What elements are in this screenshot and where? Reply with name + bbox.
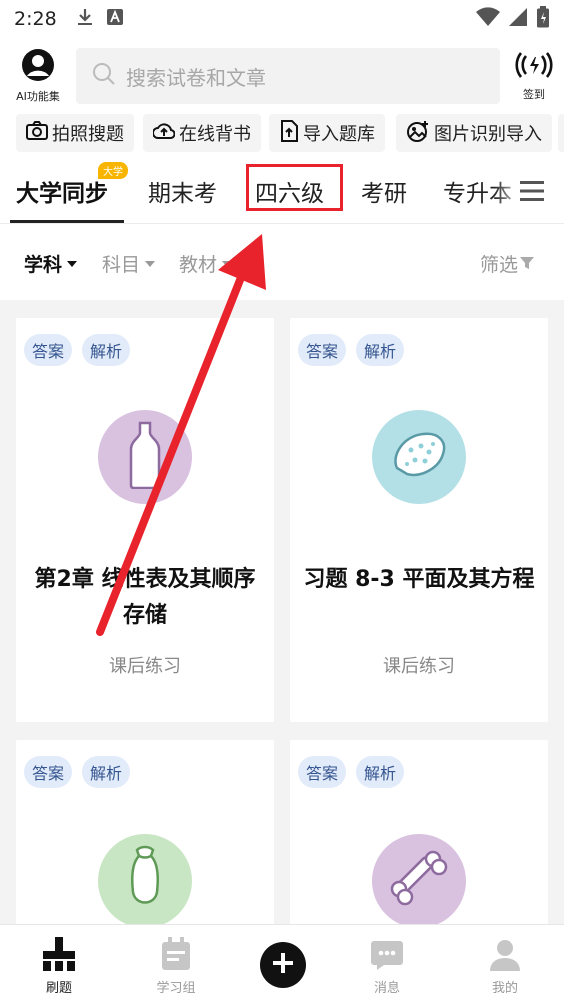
battery-icon	[536, 6, 550, 32]
image-recognize-button[interactable]: 图片识别导入	[396, 114, 552, 152]
exercise-card[interactable]: 答案 解析 第2章 线性表及其顺序存储 课后练习	[16, 318, 274, 722]
analysis-tag: 解析	[356, 334, 405, 366]
ai-features-button[interactable]: AI功能集	[8, 48, 68, 104]
status-time: 2:28	[14, 8, 57, 30]
category-tabs: 大学同步 大学 期末考 四六级 考研 专升本	[0, 158, 564, 224]
card-image-circle	[98, 834, 192, 928]
bone-icon	[389, 849, 449, 913]
cloud-upload-icon	[152, 121, 179, 146]
exercise-card[interactable]: 答案 解析 习题 8-3 平面及其方程 课后练习	[290, 318, 548, 722]
download-icon	[77, 8, 93, 30]
wifi-icon	[476, 7, 500, 31]
brush-icon	[41, 937, 77, 975]
chat-icon	[370, 939, 404, 975]
nav-messages[interactable]: 消息	[342, 925, 432, 1002]
textbook-filter-label: 教材	[179, 254, 218, 276]
import-bank-button[interactable]: 导入题库	[269, 114, 385, 152]
caret-down-icon	[222, 260, 233, 267]
course-filter-label: 科目	[102, 254, 141, 276]
screen-filter-button[interactable]: 筛选	[480, 250, 535, 277]
card-image-circle	[372, 834, 466, 928]
tab-final-exam[interactable]: 期末考	[148, 174, 217, 208]
online-recite-label: 在线背书	[179, 124, 251, 145]
card-title: 第2章 线性表及其顺序存储	[34, 567, 256, 628]
camera-icon	[26, 120, 52, 146]
card-title: 习题 8-3 平面及其方程	[303, 567, 535, 592]
tab-postgrad[interactable]: 考研	[361, 174, 407, 208]
person-icon	[489, 939, 521, 975]
eggplant-icon	[127, 844, 163, 918]
tab-university-sync[interactable]: 大学同步	[16, 174, 108, 208]
file-import-icon	[279, 119, 303, 147]
textbook-filter[interactable]: 教材	[179, 250, 233, 277]
answer-tag: 答案	[298, 334, 347, 366]
font-a-icon	[106, 9, 123, 29]
exercise-card[interactable]: 答案 解析	[290, 740, 548, 940]
analysis-tag: 解析	[82, 756, 131, 788]
photo-search-button[interactable]: 拍照搜题	[16, 114, 134, 152]
exercise-card[interactable]: 答案 解析	[16, 740, 274, 940]
search-icon	[92, 62, 116, 90]
answer-tag: 答案	[24, 756, 73, 788]
add-button[interactable]	[260, 942, 306, 988]
plus-icon	[272, 952, 294, 978]
analysis-tag: 解析	[82, 334, 131, 366]
card-image-circle	[98, 410, 192, 504]
nav-practice-label: 刷题	[45, 981, 72, 996]
nav-study-group-label: 学习组	[156, 981, 196, 996]
import-bank-label: 导入题库	[303, 124, 375, 145]
caret-down-icon	[67, 260, 78, 267]
melon-icon	[389, 430, 449, 484]
tool-chips: 拍照搜题 在线背书 导入题库 图片识别导入	[0, 108, 564, 158]
subject-filter-label: 学科	[24, 254, 63, 276]
calendar-icon	[160, 937, 192, 975]
nav-practice[interactable]: 刷题	[14, 925, 104, 1002]
funnel-icon	[520, 253, 535, 275]
broadcast-icon	[515, 52, 553, 82]
top-bar: AI功能集 搜索试卷和文章 签到	[0, 38, 564, 108]
ai-features-label: AI功能集	[16, 90, 60, 103]
more-tool-chip[interactable]	[558, 114, 564, 152]
screen-filter-label: 筛选	[480, 254, 519, 276]
photo-search-label: 拍照搜题	[52, 124, 124, 145]
nav-messages-label: 消息	[373, 981, 400, 996]
ai-avatar-icon	[21, 49, 55, 86]
subject-filter[interactable]: 学科	[24, 250, 78, 277]
answer-tag: 答案	[298, 756, 347, 788]
analysis-tag: 解析	[356, 756, 405, 788]
hamburger-menu-icon[interactable]	[520, 180, 544, 206]
bottle-icon	[128, 421, 162, 493]
course-filter[interactable]: 科目	[102, 250, 156, 277]
image-recognize-label: 图片识别导入	[434, 124, 542, 145]
nav-me[interactable]: 我的	[460, 925, 550, 1002]
card-subtitle: 课后练习	[383, 656, 455, 677]
search-input[interactable]: 搜索试卷和文章	[76, 48, 500, 104]
answer-tag: 答案	[24, 334, 73, 366]
status-bar: 2:28	[0, 0, 564, 38]
active-tab-indicator	[10, 220, 124, 223]
nav-study-group[interactable]: 学习组	[131, 925, 221, 1002]
signin-label: 签到	[523, 88, 545, 101]
image-scan-icon	[406, 120, 434, 147]
cet-tab-highlight-box	[246, 164, 343, 211]
signal-icon	[508, 7, 528, 31]
nav-me-label: 我的	[491, 981, 518, 996]
filter-bar: 学科 科目 教材 筛选	[0, 224, 564, 300]
university-badge: 大学	[98, 162, 128, 179]
search-placeholder: 搜索试卷和文章	[126, 65, 266, 90]
bottom-nav: 刷题 学习组 消息 我的	[0, 924, 564, 1002]
signin-button[interactable]: 签到	[508, 52, 560, 102]
card-image-circle	[372, 410, 466, 504]
card-subtitle: 课后练习	[109, 656, 181, 677]
caret-down-icon	[145, 260, 156, 267]
online-recite-button[interactable]: 在线背书	[143, 114, 261, 152]
